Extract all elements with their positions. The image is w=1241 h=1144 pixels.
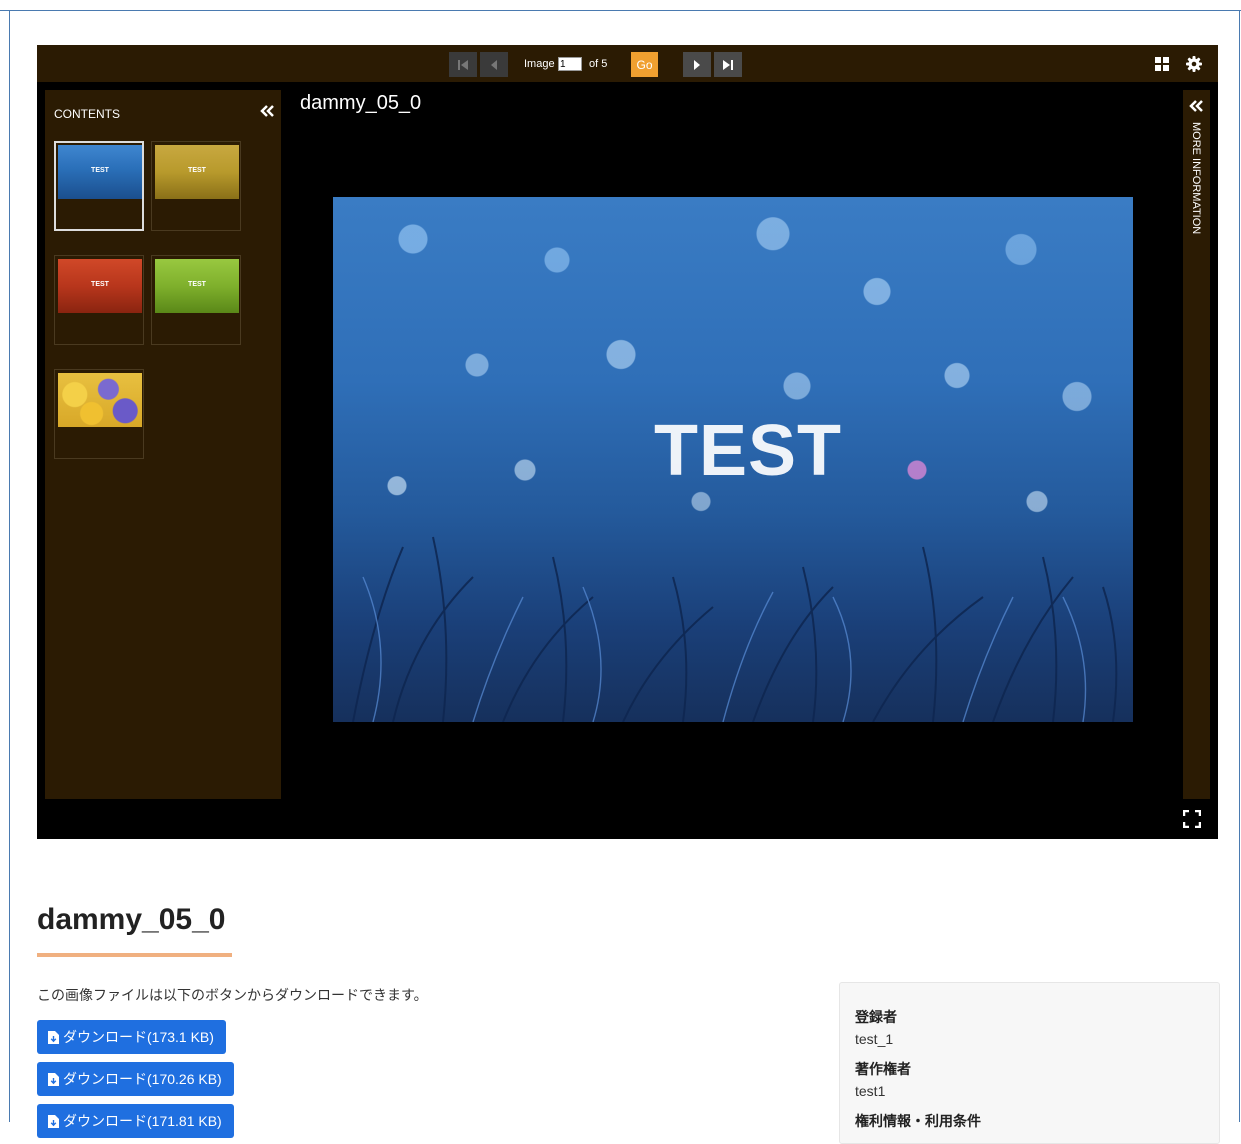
file-download-icon [48, 1072, 59, 1086]
download-button-label: ダウンロード(173.1 KB) [63, 1029, 214, 1045]
page-frame-right [1239, 10, 1240, 1122]
download-button-3[interactable]: ダウンロード(171.81 KB) [37, 1104, 234, 1138]
main-image: TEST [333, 197, 1133, 722]
copyright-value: test1 [855, 1083, 886, 1099]
thumbnail-text: TEST [91, 167, 109, 174]
thumbnail-3[interactable]: TEST [54, 255, 144, 345]
viewer-image-title: dammy_05_0 [300, 92, 422, 114]
last-page-icon [723, 59, 733, 70]
title-underline [37, 953, 232, 957]
download-button-label: ダウンロード(171.81 KB) [63, 1113, 222, 1129]
thumbnail-image: TEST [155, 145, 239, 199]
download-button-label: ダウンロード(170.26 KB) [63, 1071, 222, 1087]
page-number-input[interactable] [558, 57, 582, 71]
viewer-toolbar: Image of 5 Go [37, 45, 1218, 82]
go-button[interactable]: Go [631, 52, 658, 77]
gear-icon[interactable] [1185, 55, 1203, 73]
thumbnail-4[interactable]: TEST [151, 255, 241, 345]
thumbnail-image [58, 373, 142, 427]
registrant-label: 登録者 [855, 1009, 897, 1025]
next-page-button[interactable] [683, 52, 711, 77]
download-button-2[interactable]: ダウンロード(170.26 KB) [37, 1062, 234, 1096]
file-download-icon [48, 1114, 59, 1128]
download-description: この画像ファイルは以下のボタンからダウンロードできます。 [37, 987, 428, 1003]
thumbnail-text: TEST [188, 281, 206, 288]
page-frame-top [0, 10, 1241, 11]
more-information-panel[interactable]: MORE INFORMATION [1183, 90, 1210, 799]
thumbnail-image: TEST [58, 145, 142, 199]
thumbnail-1[interactable]: TEST [54, 141, 144, 231]
registrant-value: test_1 [855, 1031, 894, 1047]
next-page-icon [694, 59, 700, 70]
thumbnail-image: TEST [58, 259, 142, 313]
metadata-box: 登録者 test_1 著作権者 test1 権利情報・利用条件 [839, 982, 1220, 1144]
copyright-label: 著作権者 [855, 1061, 911, 1077]
last-page-button[interactable] [714, 52, 742, 77]
prev-page-icon [491, 59, 497, 70]
first-page-icon [458, 59, 468, 70]
download-button-1[interactable]: ダウンロード(173.1 KB) [37, 1020, 226, 1054]
thumbnail-5[interactable] [54, 369, 144, 459]
fullscreen-icon[interactable] [1183, 810, 1201, 828]
file-download-icon [48, 1030, 59, 1044]
image-label: Image [524, 58, 555, 70]
first-page-button[interactable] [449, 52, 477, 77]
thumbnail-text: TEST [91, 281, 109, 288]
thumbnail-text: TEST [188, 167, 206, 174]
image-viewer: Image of 5 Go CONTENTS [37, 45, 1218, 839]
prev-page-button[interactable] [480, 52, 508, 77]
more-information-label: MORE INFORMATION [1190, 122, 1202, 235]
thumbnail-2[interactable]: TEST [151, 141, 241, 231]
page-frame-left [9, 10, 10, 1122]
grid-view-icon[interactable] [1153, 55, 1171, 73]
expand-info-icon[interactable] [1188, 98, 1204, 114]
collapse-contents-icon[interactable] [259, 103, 275, 119]
contents-panel: CONTENTS TEST TEST TEST TEST [45, 90, 281, 799]
image-overlay-text: TEST [653, 411, 842, 491]
page-count-label: of 5 [589, 58, 608, 70]
thumbnail-image: TEST [155, 259, 239, 313]
contents-title: CONTENTS [54, 107, 120, 121]
rights-label: 権利情報・利用条件 [855, 1113, 981, 1129]
page-title: dammy_05_0 [37, 903, 226, 936]
